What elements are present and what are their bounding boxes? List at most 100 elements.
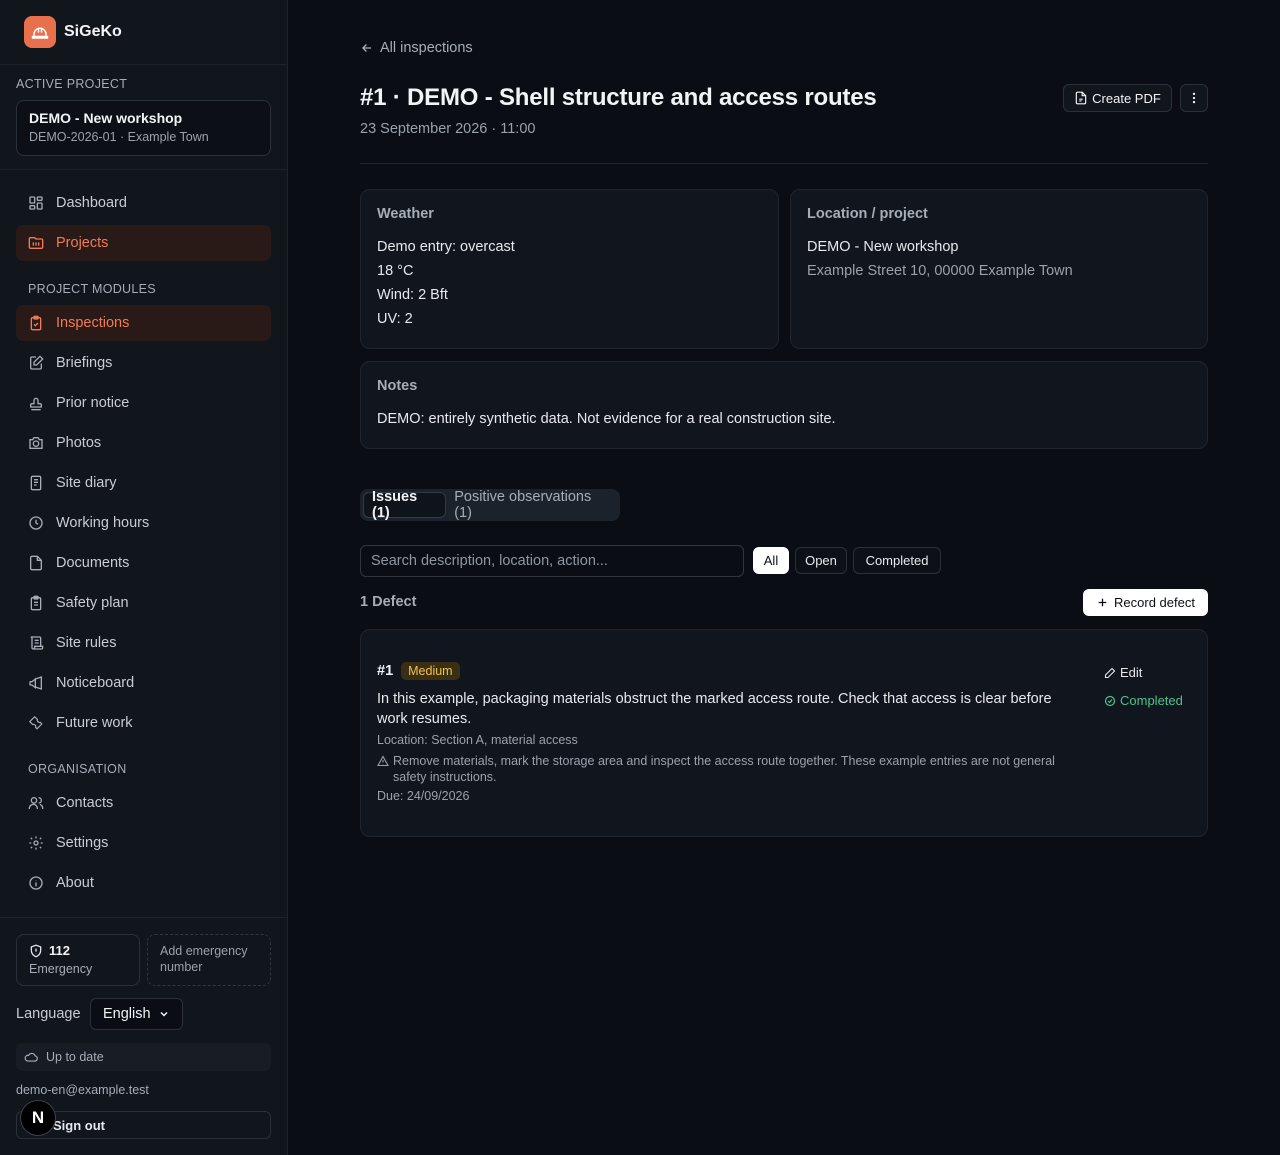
defect-description: In this example, packaging materials obs… <box>377 691 1052 727</box>
brand[interactable]: SiGeKo <box>24 16 122 48</box>
megaphone-icon <box>28 675 44 691</box>
folder-icon <box>28 235 44 251</box>
pencil-icon <box>1104 667 1116 679</box>
search-input[interactable]: Search description, location, action... <box>360 545 744 577</box>
sidebar-item-label: Site rules <box>56 635 117 651</box>
sidebar-item-label: Safety plan <box>56 595 129 611</box>
sidebar-item-label: Photos <box>56 435 102 451</box>
page-title: #1 · DEMO - Shell structure and access r… <box>360 84 877 111</box>
notebook-icon <box>28 475 44 491</box>
sidebar-item-label: Site diary <box>56 475 117 491</box>
sidebar-item-label: About <box>56 875 94 891</box>
sidebar-item-label: Inspections <box>56 315 130 331</box>
stamp-icon <box>28 395 44 411</box>
defect-number: #1 <box>377 663 394 679</box>
weather-card: Weather Demo entry: overcast 18 °C Wind:… <box>360 189 779 349</box>
notes-title: Notes <box>377 378 418 394</box>
sidebar-item-label: Documents <box>56 555 130 571</box>
edit-label: Edit <box>1120 665 1143 680</box>
record-defect-label: Record defect <box>1114 595 1195 610</box>
sidebar-item-site-diary[interactable]: Site diary <box>16 465 271 501</box>
weather-line: UV: 2 <box>377 311 413 327</box>
filter-completed[interactable]: Completed <box>853 547 941 574</box>
sidebar-item-about[interactable]: About <box>16 865 271 901</box>
project-sub: DEMO-2026-01 · Example Town <box>29 130 209 144</box>
language-select[interactable]: English <box>90 998 183 1030</box>
sidebar-item-dashboard[interactable]: Dashboard <box>16 185 271 221</box>
weather-line: 18 °C <box>377 263 414 279</box>
sidebar-item-working-hours[interactable]: Working hours <box>16 505 271 541</box>
cloud-sync-icon <box>24 1050 38 1064</box>
tab-positive-observations[interactable]: Positive observations (1) <box>446 489 617 521</box>
defect-card: #1 Medium In this example, packaging mat… <box>360 629 1208 837</box>
sidebar-item-photos[interactable]: Photos <box>16 425 271 461</box>
back-link-label: All inspections <box>380 40 473 56</box>
add-emergency-button[interactable]: Add emergency number <box>147 934 271 986</box>
more-options-button[interactable] <box>1180 84 1208 112</box>
tab-issues[interactable]: Issues (1) <box>363 489 447 521</box>
plus-icon <box>1096 596 1109 609</box>
sign-out-label: Sign out <box>53 1117 105 1133</box>
filter-all[interactable]: All <box>753 547 789 574</box>
notes-card: Notes DEMO: entirely synthetic data. Not… <box>360 361 1208 449</box>
scroll-icon <box>28 635 44 651</box>
sidebar-item-briefings[interactable]: Briefings <box>16 345 271 381</box>
camera-icon <box>28 435 44 451</box>
more-vertical-icon <box>1187 91 1201 105</box>
sidebar-item-prior-notice[interactable]: Prior notice <box>16 385 271 421</box>
status-label: Completed <box>1120 693 1183 708</box>
clock-icon <box>28 515 44 531</box>
sidebar-item-safety-plan[interactable]: Safety plan <box>16 585 271 621</box>
sidebar-item-label: Working hours <box>56 515 150 531</box>
shield-icon <box>29 943 43 958</box>
defect-location: Location: Section A, material access <box>377 733 578 747</box>
users-icon <box>28 795 44 811</box>
weather-title: Weather <box>377 206 434 222</box>
project-name: DEMO - New workshop <box>807 239 959 255</box>
sidebar-item-label: Future work <box>56 715 133 731</box>
create-pdf-button[interactable]: Create PDF <box>1063 84 1172 112</box>
sidebar-item-contacts[interactable]: Contacts <box>16 785 271 821</box>
org-label: ORGANISATION <box>28 762 127 776</box>
status-completed-button[interactable]: Completed <box>1104 693 1183 708</box>
edit-defect-button[interactable]: Edit <box>1104 665 1142 680</box>
sidebar-item-site-rules[interactable]: Site rules <box>16 625 271 661</box>
search-placeholder: Search description, location, action... <box>371 553 608 569</box>
language-value: English <box>103 1006 151 1022</box>
modules-label: PROJECT MODULES <box>28 282 156 296</box>
emergency-number-card[interactable]: 112 Emergency <box>16 934 140 986</box>
warning-triangle-icon <box>377 755 389 767</box>
filter-open[interactable]: Open <box>795 547 847 574</box>
user-email: demo-en@example.test <box>16 1083 149 1097</box>
sidebar-item-noticeboard[interactable]: Noticeboard <box>16 665 271 701</box>
sync-status: Up to date <box>16 1043 271 1071</box>
sidebar-item-label: Prior notice <box>56 395 130 411</box>
sidebar-item-settings[interactable]: Settings <box>16 825 271 861</box>
divider <box>0 64 288 65</box>
active-project-label: ACTIVE PROJECT <box>16 77 128 91</box>
sidebar: SiGeKo ACTIVE PROJECT DEMO - New worksho… <box>0 0 288 1155</box>
file-pdf-icon <box>1074 91 1088 105</box>
sidebar-item-label: Contacts <box>56 795 114 811</box>
sync-status-text: Up to date <box>46 1050 104 1064</box>
language-label: Language <box>16 1006 81 1022</box>
emergency-label: Emergency <box>29 962 93 976</box>
emergency-number: 112 <box>49 943 70 958</box>
sidebar-item-inspections[interactable]: Inspections <box>16 305 271 341</box>
record-defect-button[interactable]: Record defect <box>1083 589 1208 616</box>
wrench-icon <box>28 715 44 731</box>
arrow-left-icon <box>360 41 374 55</box>
dev-badge[interactable]: N <box>20 1100 56 1136</box>
sidebar-item-documents[interactable]: Documents <box>16 545 271 581</box>
severity-badge: Medium <box>401 662 460 680</box>
sidebar-item-future-work[interactable]: Future work <box>16 705 271 741</box>
active-project-card[interactable]: DEMO - New workshop DEMO-2026-01 · Examp… <box>16 100 271 156</box>
back-link[interactable]: All inspections <box>360 40 473 56</box>
sidebar-item-projects[interactable]: Projects <box>16 225 271 261</box>
sidebar-item-label: Projects <box>56 235 109 251</box>
sidebar-item-label: Briefings <box>56 355 113 371</box>
sidebar-item-label: Dashboard <box>56 195 127 211</box>
info-icon <box>28 875 44 891</box>
weather-line: Demo entry: overcast <box>377 239 515 255</box>
divider <box>360 163 1208 164</box>
